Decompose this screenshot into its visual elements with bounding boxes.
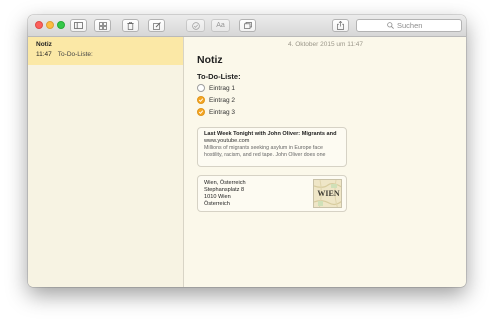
checklist-item[interactable]: Eintrag 1 [197,84,235,92]
checklist-item-label: Eintrag 1 [209,84,236,92]
note-list-item-title: Notiz [36,41,52,48]
sidebar-toggle-icon [74,22,83,29]
unchecked-circle-icon[interactable] [197,84,205,92]
search-placeholder: Suchen [397,21,423,30]
location-card[interactable]: Wien, Österreich Stephansplatz 8 1010 Wi… [197,175,347,212]
checklist-item[interactable]: Eintrag 2 [197,96,235,104]
checked-circle-icon[interactable] [197,96,205,104]
toggle-sidebar-button[interactable] [70,19,87,32]
checklist-item-label: Eintrag 2 [209,96,236,104]
link-url: www.youtube.com [204,138,250,144]
link-description-line: hostility, racism, and red tape. John Ol… [204,151,326,158]
checked-circle-icon[interactable] [197,108,205,116]
note-editor[interactable]: 4. Oktober 2015 um 11:47 Notiz To-Do-Lis… [185,37,466,287]
note-list-item-time: 11:47 [36,51,52,58]
search-field[interactable]: Suchen [356,19,462,32]
note-list-item-preview: To-Do-Liste: [57,51,93,58]
trash-icon [127,21,134,30]
map-thumbnail[interactable]: WIEN [313,179,342,208]
checklist-button[interactable] [186,19,205,32]
compose-icon [152,21,161,30]
note-title[interactable]: Notiz [197,54,223,66]
close-button[interactable] [35,21,43,29]
attachments-button[interactable] [239,19,256,32]
map-label: WIEN [317,189,340,198]
format-button[interactable]: Aa [211,19,230,32]
format-icon: Aa [216,22,225,29]
note-list-item[interactable]: Notiz 11:47 To-Do-Liste: [28,37,183,65]
checklist-item[interactable]: Eintrag 3 [197,108,235,116]
delete-note-button[interactable] [122,19,139,32]
checklist-item-label: Eintrag 3 [209,108,236,116]
gallery-icon [98,21,107,30]
checklist-heading[interactable]: To-Do-Liste: [197,72,241,81]
gallery-view-button[interactable] [94,19,111,32]
new-note-button[interactable] [148,19,165,32]
share-icon [337,21,344,30]
zoom-button[interactable] [57,21,65,29]
share-button[interactable] [332,19,349,32]
link-description-line: Millions of migrants seeking asylum in E… [204,145,323,151]
link-title: Last Week Tonight with John Oliver: Migr… [204,131,337,137]
link-preview-card[interactable]: Last Week Tonight with John Oliver: Migr… [197,127,347,167]
notes-list-sidebar: Notiz 11:47 To-Do-Liste: [28,37,184,287]
minimize-button[interactable] [46,21,54,29]
search-icon [387,22,394,29]
notes-window: Aa Suchen Notiz 11:47 To-Do-Liste: 4. Ok… [28,15,466,287]
attachments-icon [243,22,252,29]
note-date: 4. Oktober 2015 um 11:47 [287,41,364,48]
note-list-item-subtitle: 11:47 To-Do-Liste: [36,51,93,58]
title-bar: Aa Suchen [28,15,466,37]
checklist-icon [191,21,200,30]
